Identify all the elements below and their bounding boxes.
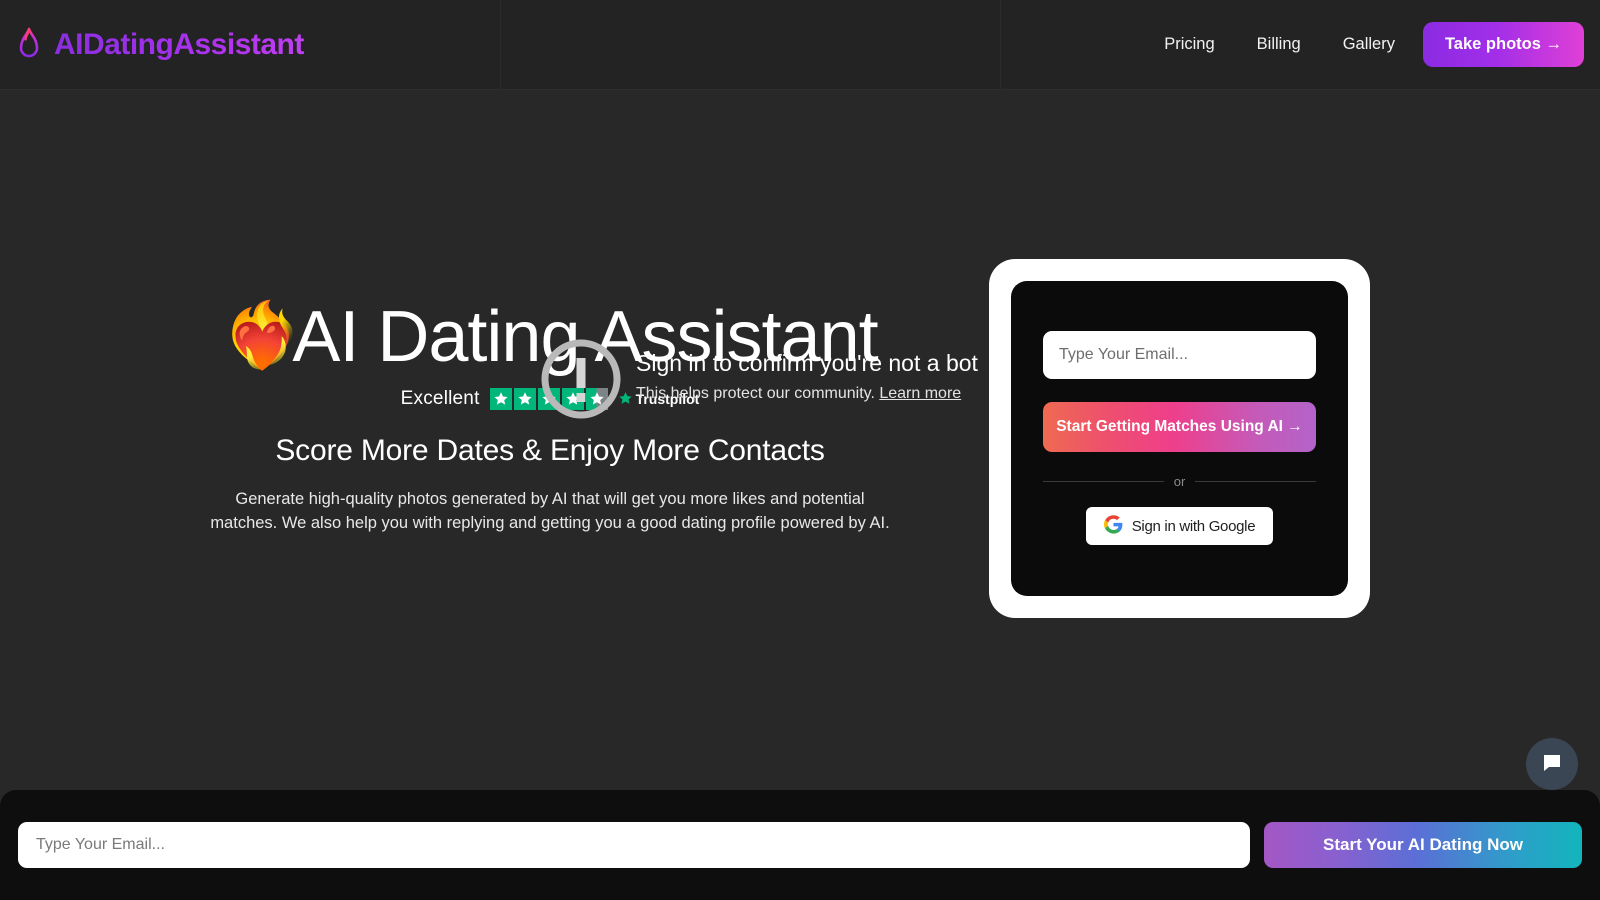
or-divider: or bbox=[1043, 474, 1316, 489]
chat-bubble-icon bbox=[1540, 751, 1564, 778]
divider-line-left bbox=[1043, 481, 1164, 482]
header-divider-right bbox=[1000, 0, 1001, 90]
nav-link-billing[interactable]: Billing bbox=[1243, 25, 1315, 64]
exclamation-circle-icon bbox=[540, 338, 622, 420]
brand-logo[interactable]: AIDatingAssistant bbox=[16, 27, 304, 63]
bot-check-subtitle-text: This helps protect our community. bbox=[636, 384, 875, 402]
star-icon bbox=[489, 387, 512, 410]
start-your-ai-dating-now-button[interactable]: Start Your AI Dating Now bbox=[1264, 822, 1582, 868]
bot-check-text: Sign in to confirm you're not a bot This… bbox=[636, 348, 978, 403]
main-nav: Pricing Billing Gallery Take photos → bbox=[1150, 22, 1600, 67]
signup-card-inner: Start Getting Matches Using AI → or Sign… bbox=[1011, 281, 1348, 596]
google-button-label: Sign in with Google bbox=[1131, 517, 1256, 535]
divider-line-right bbox=[1195, 481, 1316, 482]
flame-icon bbox=[16, 27, 42, 63]
google-g-icon bbox=[1103, 515, 1123, 537]
header-divider-left bbox=[500, 0, 501, 90]
chat-widget-button[interactable] bbox=[1526, 738, 1578, 790]
or-label: or bbox=[1173, 474, 1186, 489]
learn-more-link[interactable]: Learn more bbox=[879, 385, 961, 402]
site-header: AIDatingAssistant Pricing Billing Galler… bbox=[0, 0, 1600, 90]
footer-email-input[interactable] bbox=[18, 822, 1250, 868]
nav-link-gallery[interactable]: Gallery bbox=[1329, 25, 1409, 64]
bot-check-subtitle: This helps protect our community. Learn … bbox=[636, 385, 978, 403]
hero-body-text: Generate high-quality photos generated b… bbox=[210, 489, 890, 532]
trustpilot-rating-word: Excellent bbox=[400, 387, 480, 409]
start-getting-matches-button[interactable]: Start Getting Matches Using AI → bbox=[1043, 402, 1316, 452]
take-photos-button[interactable]: Take photos → bbox=[1422, 22, 1584, 67]
sign-in-with-google-button[interactable]: Sign in with Google bbox=[1085, 507, 1274, 545]
hero-subtitle: Score More Dates & Enjoy More Contacts bbox=[275, 433, 825, 467]
bot-check-title: Sign in to confirm you're not a bot bbox=[636, 349, 978, 376]
signup-card: Start Getting Matches Using AI → or Sign… bbox=[989, 259, 1370, 618]
footer-signup-bar: Start Your AI Dating Now bbox=[0, 738, 1600, 900]
star-icon bbox=[513, 387, 536, 410]
card-email-input[interactable] bbox=[1043, 331, 1316, 379]
heart-on-fire-emoji: ❤️‍🔥 bbox=[222, 298, 303, 371]
nav-link-pricing[interactable]: Pricing bbox=[1150, 25, 1228, 64]
brand-name: AIDatingAssistant bbox=[54, 27, 304, 61]
